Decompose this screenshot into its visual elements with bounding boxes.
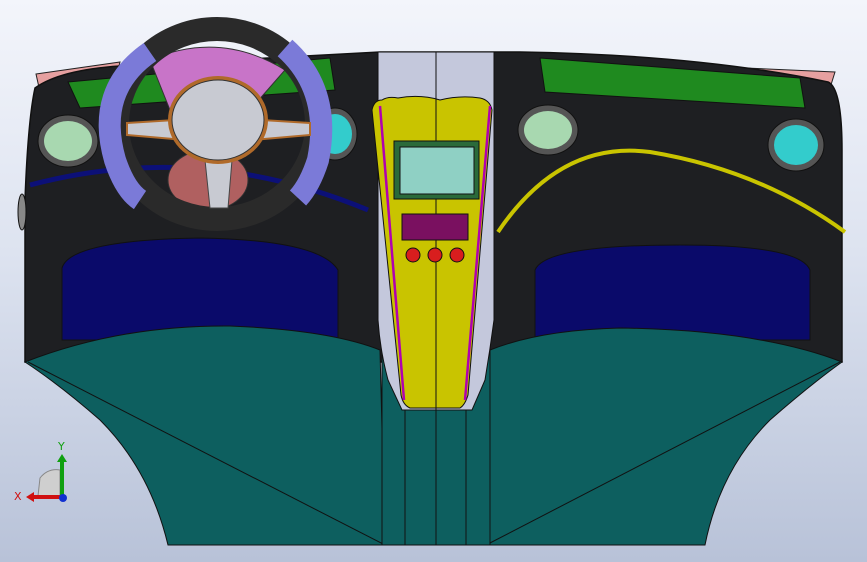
dashboard-model[interactable] [0, 0, 867, 562]
triad-y-label: Y [57, 440, 65, 453]
lower-panel-right [487, 327, 844, 546]
left-side-knob [17, 193, 27, 231]
console-button-panel [401, 213, 469, 241]
glovebox-left [61, 237, 339, 341]
steering-wheel-hub[interactable] [171, 79, 265, 161]
console-button-3[interactable] [449, 247, 465, 263]
triad-x-label: X [14, 490, 22, 503]
triad-base [37, 469, 61, 497]
steering-wheel-spoke-bottom [204, 159, 233, 209]
triad-x-arrow [26, 492, 34, 502]
lower-panel-left [23, 325, 386, 546]
graphics-viewport[interactable]: Y X [0, 0, 867, 562]
vent-right-1-inner [524, 111, 572, 149]
console-button-1[interactable] [405, 247, 421, 263]
triad-y-arrow [57, 454, 67, 462]
glovebox-right [534, 244, 811, 341]
vent-right-2-inner [774, 125, 818, 165]
triad-z-axis [59, 494, 67, 502]
coordinate-triad: Y X [10, 438, 80, 508]
vent-left-inner [44, 121, 92, 161]
console-button-2[interactable] [427, 247, 443, 263]
console-screen [399, 146, 475, 195]
